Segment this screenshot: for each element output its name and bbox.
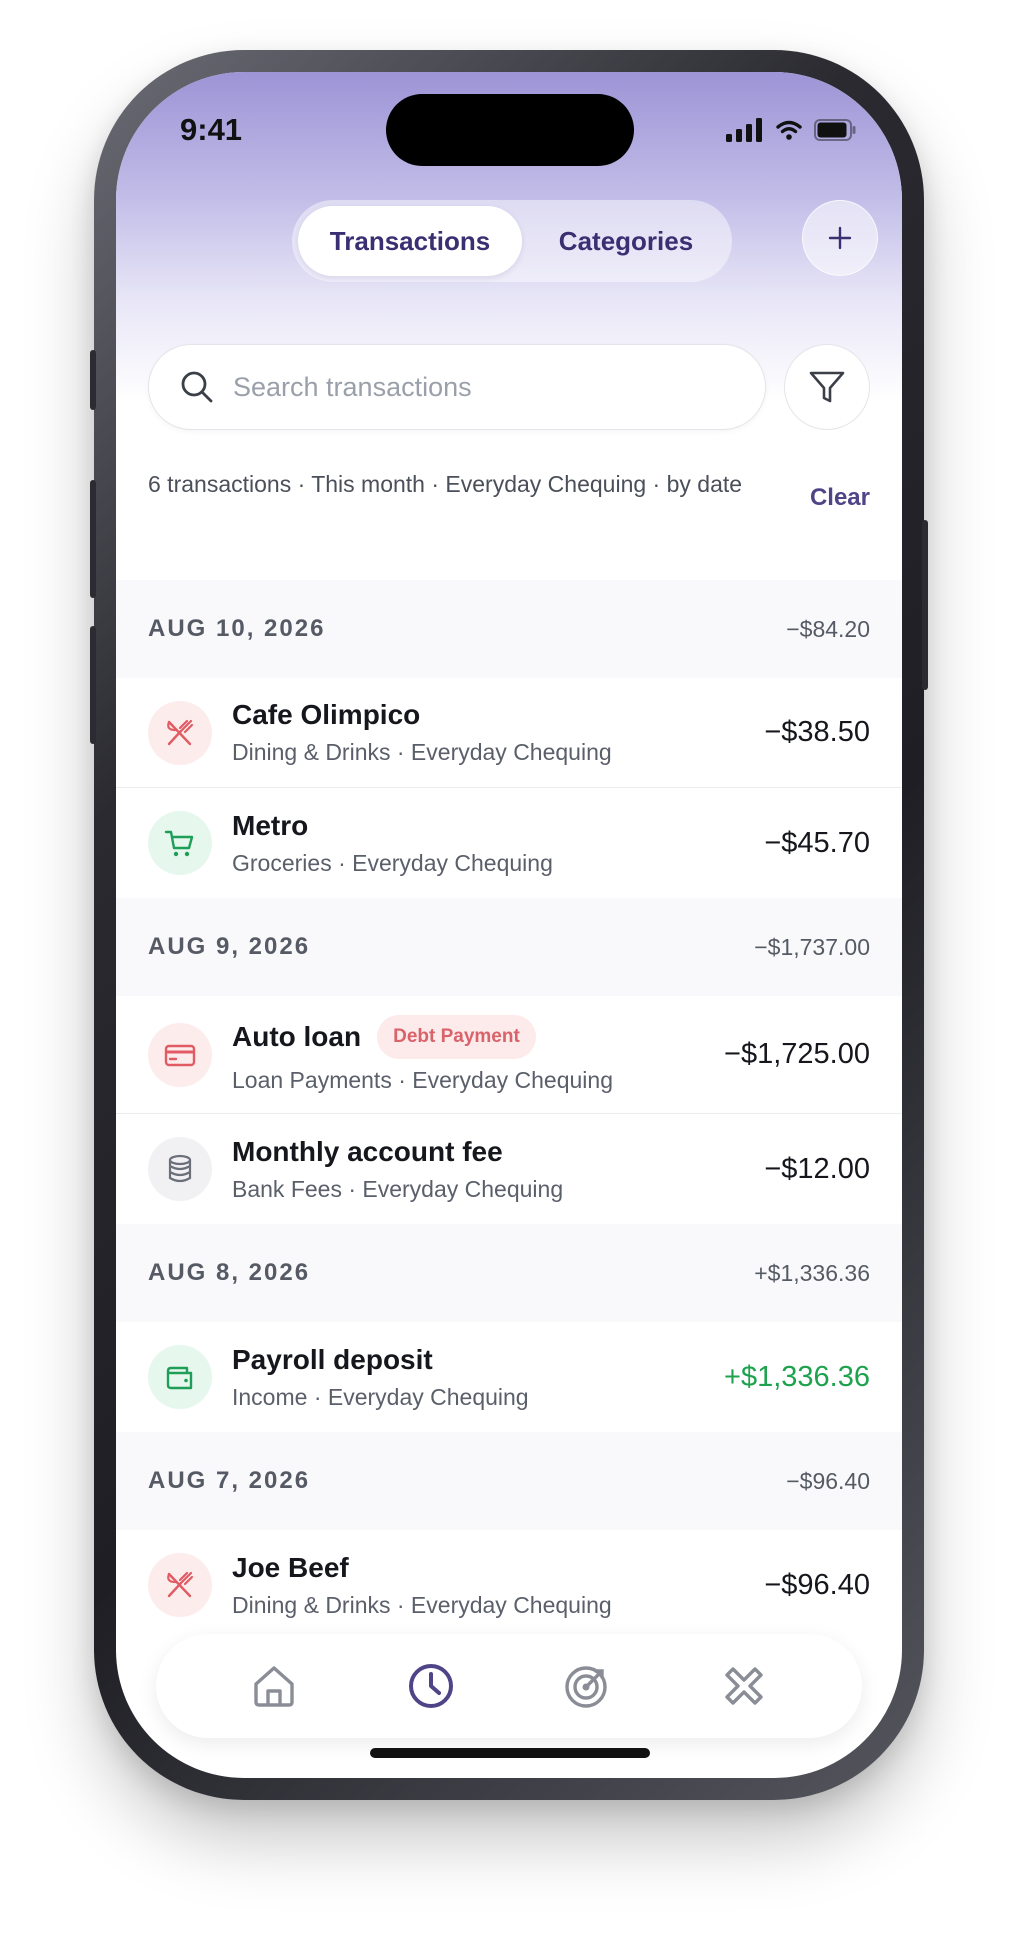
transaction-amount: −$45.70	[764, 826, 870, 859]
date-total: −$1,737.00	[754, 933, 870, 960]
filter-icon	[809, 371, 845, 403]
power-button	[922, 520, 928, 690]
transaction-amount: −$38.50	[764, 716, 870, 748]
date-header: AUG 9, 2026 −$1,737.00	[116, 898, 902, 996]
date-total: +$1,336.36	[754, 1259, 870, 1286]
clock-icon	[408, 1664, 453, 1708]
wifi-icon	[776, 120, 802, 140]
transaction-amount: −$96.40	[764, 1568, 870, 1601]
transaction-subtitle: Dining & Drinks · Everyday Chequing	[232, 1591, 612, 1618]
date-header: AUG 8, 2026 +$1,336.36	[116, 1224, 902, 1322]
wallet-icon	[166, 1366, 193, 1390]
transaction-title: Payroll deposit	[232, 1343, 433, 1375]
volume-down-button	[90, 626, 96, 744]
cart-icon	[164, 830, 194, 857]
tab-tools[interactable]	[704, 1646, 784, 1726]
transaction-row[interactable]: Monthly account fee Bank Fees · Everyday…	[116, 1114, 902, 1224]
plus-icon	[828, 226, 852, 250]
fork-knife-icon	[167, 1571, 194, 1598]
fork-knife-icon	[167, 719, 194, 745]
date-total: −$96.40	[786, 1467, 870, 1494]
category-icon	[148, 1022, 212, 1087]
clear-filters-button[interactable]: Clear	[810, 484, 870, 512]
add-button[interactable]	[802, 200, 878, 276]
transaction-subtitle: Loan Payments · Everyday Chequing	[232, 1067, 613, 1093]
search-icon	[181, 371, 213, 403]
transaction-row[interactable]: Auto loan Debt Payment Loan Payments · E…	[116, 996, 902, 1114]
transaction-title: Cafe Olimpico	[232, 699, 421, 730]
transaction-subtitle: Income · Everyday Chequing	[232, 1383, 529, 1410]
tab-categories[interactable]: Categories	[526, 206, 726, 276]
bottom-tab-bar	[156, 1634, 862, 1738]
transaction-title: Joe Beef	[232, 1551, 349, 1583]
signal-icon	[726, 118, 762, 142]
transaction-subtitle: Bank Fees · Everyday Chequing	[232, 1175, 564, 1202]
transaction-row[interactable]: Cafe Olimpico Dining & Drinks · Everyday…	[116, 678, 902, 788]
category-icon	[148, 700, 212, 765]
status-icons	[726, 118, 856, 142]
action-button	[90, 350, 96, 410]
filter-summary: 6 transactions · This month · Everyday C…	[148, 471, 743, 497]
phone-frame: 9:41 Transactions Categories Search tran…	[90, 50, 928, 1800]
filter-button[interactable]	[784, 344, 870, 430]
category-icon	[148, 1553, 212, 1617]
category-icon	[148, 1137, 212, 1201]
status-time: 9:41	[180, 112, 243, 147]
date-label: AUG 9, 2026	[148, 933, 311, 960]
transaction-list: AUG 10, 2026 −$84.20 Cafe Olimpico Dinin…	[116, 580, 902, 1640]
home-icon	[254, 1666, 294, 1707]
transaction-amount: −$1,725.00	[724, 1038, 870, 1070]
volume-up-button	[90, 480, 96, 598]
battery-icon	[814, 119, 856, 141]
date-label: AUG 7, 2026	[148, 1467, 311, 1494]
transaction-title: Metro	[232, 809, 309, 841]
database-icon	[168, 1154, 192, 1183]
transaction-amount: +$1,336.36	[724, 1360, 870, 1393]
target-icon	[565, 1666, 607, 1708]
segmented-control: Transactions Categories	[292, 200, 732, 282]
phone-screen: 9:41 Transactions Categories Search tran…	[116, 72, 902, 1778]
transaction-title: Monthly account fee	[232, 1135, 503, 1167]
tab-transactions[interactable]: Transactions	[298, 206, 522, 276]
category-icon	[148, 1345, 212, 1409]
date-total: −$84.20	[786, 615, 870, 642]
home-indicator	[370, 1748, 650, 1758]
transaction-row[interactable]: Metro Groceries · Everyday Chequing −$45…	[116, 788, 902, 898]
date-header: AUG 7, 2026 −$96.40	[116, 1432, 902, 1530]
dynamic-island	[386, 94, 634, 166]
tab-home[interactable]	[234, 1646, 314, 1726]
date-label: AUG 8, 2026	[148, 1259, 311, 1286]
search-bar	[148, 344, 766, 430]
tab-goals[interactable]	[547, 1646, 627, 1726]
tab-activity[interactable]	[391, 1646, 471, 1726]
transaction-row[interactable]: Payroll deposit Income · Everyday Chequi…	[116, 1322, 902, 1432]
date-label: AUG 10, 2026	[148, 615, 326, 642]
transaction-subtitle: Dining & Drinks · Everyday Chequing	[232, 739, 612, 765]
date-header: AUG 10, 2026 −$84.20	[116, 580, 902, 678]
category-icon	[148, 811, 212, 875]
search-input[interactable]	[233, 371, 713, 403]
debt-payment-badge: Debt Payment	[377, 1015, 536, 1059]
credit-card-icon	[164, 1044, 196, 1066]
transaction-subtitle: Groceries · Everyday Chequing	[232, 849, 553, 876]
transaction-title: Auto loan	[232, 1021, 362, 1052]
transaction-amount: −$12.00	[764, 1152, 870, 1185]
transaction-row[interactable]: Joe Beef Dining & Drinks · Everyday Cheq…	[116, 1530, 902, 1640]
tools-icon	[725, 1667, 763, 1705]
